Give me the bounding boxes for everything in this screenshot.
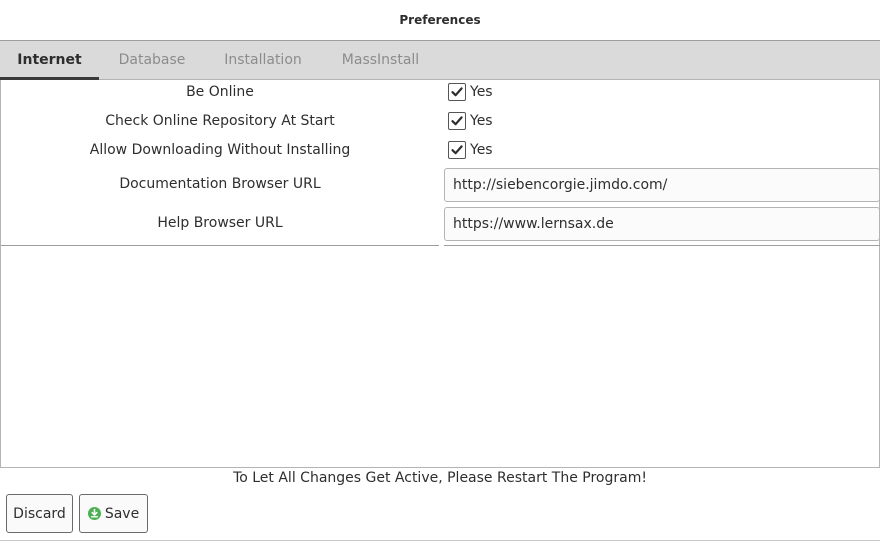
- save-icon: [87, 507, 101, 520]
- tab-internet[interactable]: Internet: [0, 41, 99, 80]
- help-url-label: Help Browser URL: [157, 215, 283, 231]
- tab-database[interactable]: Database: [104, 41, 200, 80]
- save-button[interactable]: Save: [79, 494, 148, 533]
- allow-download-checkbox[interactable]: [448, 141, 466, 159]
- be-online-label: Be Online: [186, 84, 254, 100]
- title-bar: Preferences: [0, 0, 880, 41]
- doc-url-field[interactable]: http://siebencorgie.jimdo.com/: [444, 168, 880, 202]
- check-repo-checkbox[interactable]: [448, 112, 466, 130]
- check-repo-label: Check Online Repository At Start: [105, 113, 335, 129]
- doc-url-label: Documentation Browser URL: [119, 176, 321, 192]
- divider: [1, 245, 439, 246]
- checkmark-icon: [451, 116, 463, 126]
- tab-bar: Internet Database Installation MassInsta…: [0, 40, 880, 80]
- be-online-value: Yes: [470, 84, 493, 100]
- allow-download-label: Allow Downloading Without Installing: [89, 142, 351, 158]
- internet-settings-panel: Be Online Yes Check Online Repository At…: [0, 80, 880, 468]
- tab-massinstall[interactable]: MassInstall: [327, 41, 434, 80]
- be-online-checkbox[interactable]: [448, 83, 466, 101]
- discard-button-label: Discard: [13, 505, 66, 522]
- window-title: Preferences: [399, 13, 481, 27]
- allow-download-value: Yes: [470, 142, 493, 158]
- divider: [444, 245, 880, 246]
- tab-installation[interactable]: Installation: [210, 41, 316, 80]
- save-button-label: Save: [104, 505, 140, 522]
- discard-button[interactable]: Discard: [6, 494, 73, 533]
- checkmark-icon: [451, 87, 463, 97]
- help-url-field[interactable]: https://www.lernsax.de: [444, 207, 880, 241]
- restart-notice: To Let All Changes Get Active, Please Re…: [233, 470, 647, 486]
- check-repo-value: Yes: [470, 113, 493, 129]
- checkmark-icon: [451, 145, 463, 155]
